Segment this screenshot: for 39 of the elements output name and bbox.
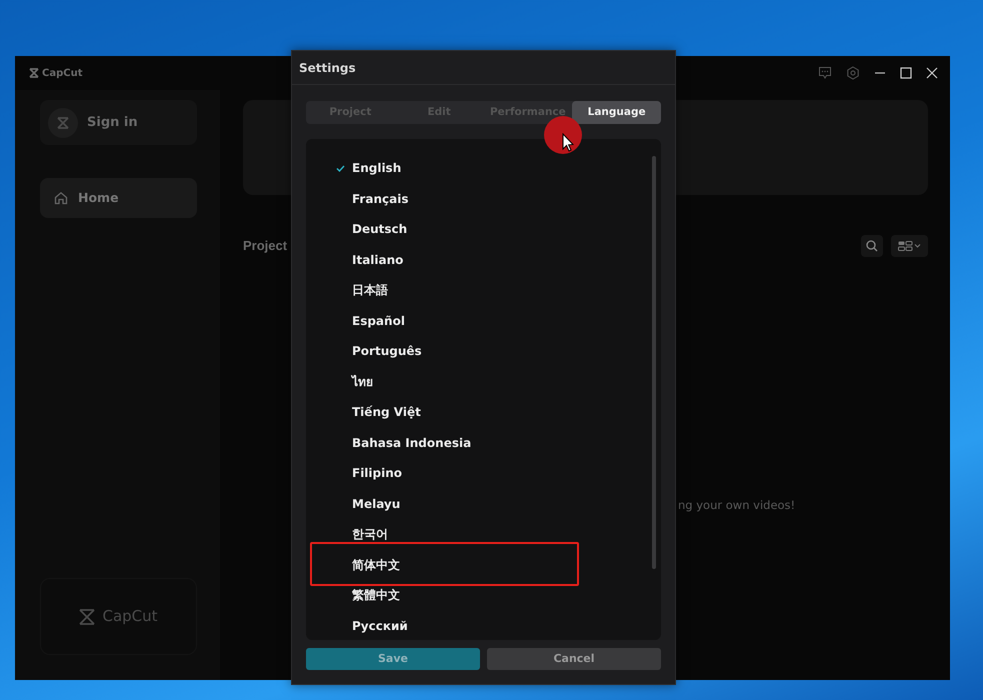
- cancel-button[interactable]: Cancel: [487, 648, 661, 670]
- empty-message: ng your own videos!: [678, 497, 796, 514]
- close-icon[interactable]: [926, 67, 938, 79]
- home-nav-item[interactable]: Home: [40, 178, 197, 218]
- section-title: Project: [243, 237, 288, 256]
- language-option[interactable]: 简体中文: [336, 550, 400, 580]
- home-icon: [54, 191, 68, 205]
- language-option[interactable]: Português: [336, 336, 422, 366]
- cursor-icon: [562, 133, 574, 152]
- language-option[interactable]: Melayu: [336, 488, 400, 519]
- app-title: CapCut: [42, 66, 82, 80]
- settings-icon[interactable]: [846, 66, 860, 80]
- language-option[interactable]: 繁體中文: [336, 580, 400, 610]
- sign-in-label: Sign in: [87, 114, 138, 132]
- view-toggle-button[interactable]: [891, 235, 928, 257]
- language-option[interactable]: Italiano: [336, 244, 404, 275]
- maximize-icon[interactable]: [900, 67, 912, 79]
- search-button[interactable]: [861, 235, 883, 257]
- settings-tab[interactable]: Language: [572, 101, 661, 124]
- feedback-icon[interactable]: [818, 66, 832, 80]
- search-icon: [866, 240, 878, 252]
- language-option[interactable]: Bahasa Indonesia: [336, 428, 472, 458]
- language-option[interactable]: English: [336, 153, 402, 184]
- logo-icon: [79, 608, 98, 624]
- language-option[interactable]: 日本語: [336, 275, 388, 306]
- logo-icon: [57, 116, 69, 128]
- language-option[interactable]: Filipino: [336, 458, 402, 488]
- language-option[interactable]: Français: [336, 184, 408, 214]
- grid-icon: [898, 241, 922, 251]
- language-option[interactable]: Deutsch: [336, 214, 408, 244]
- language-option[interactable]: Español: [336, 306, 405, 336]
- language-option[interactable]: Русский: [336, 610, 408, 641]
- language-option[interactable]: ไทย: [336, 366, 373, 397]
- logo-icon: [29, 68, 39, 78]
- language-option[interactable]: 한국어: [336, 519, 388, 550]
- promo-logo-text: CapCut: [102, 606, 158, 628]
- scrollbar-thumb[interactable]: [652, 156, 656, 569]
- dialog-title: Settings: [292, 51, 675, 85]
- language-option[interactable]: Tiếng Việt: [336, 397, 421, 428]
